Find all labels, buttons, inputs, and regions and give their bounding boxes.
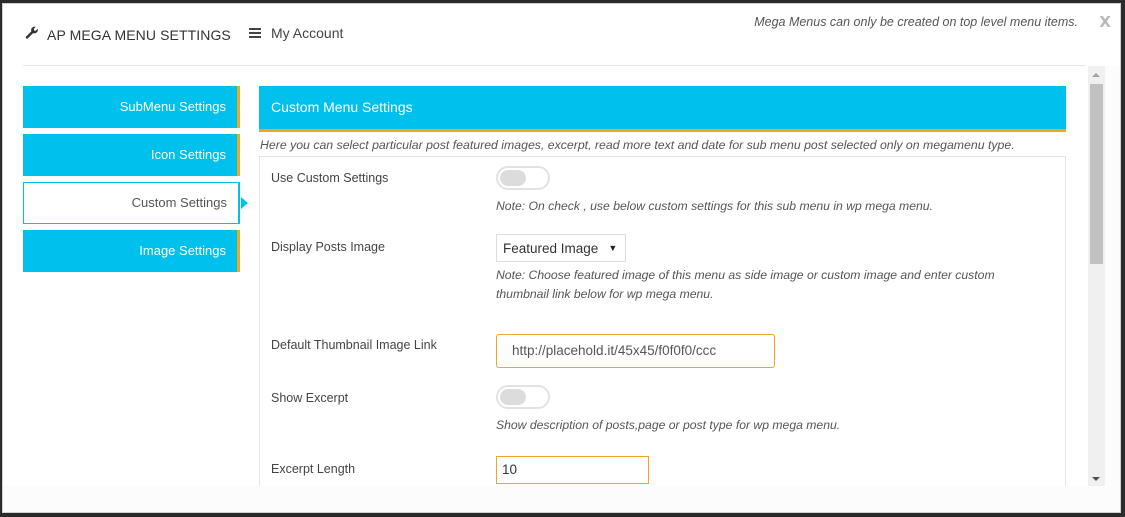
content-scrollbar[interactable] — [1088, 66, 1105, 486]
settings-sidebar: SubMenu Settings Icon Settings Custom Se… — [23, 86, 248, 278]
excerpt-length-label: Excerpt Length — [271, 462, 356, 476]
sidebar-item-label: Custom Settings — [131, 195, 227, 210]
use-custom-settings-note: Note: On check , use below custom settin… — [496, 199, 933, 213]
hamburger-icon — [249, 28, 261, 38]
excerpt-length-input[interactable]: 10 — [496, 456, 649, 484]
brand: AP MEGA MENU SETTINGS — [25, 26, 231, 43]
sidebar-item-submenu-settings[interactable]: SubMenu Settings — [23, 86, 240, 128]
sidebar-item-label: Icon Settings — [150, 147, 226, 162]
active-pointer-icon — [241, 197, 248, 209]
sidebar-item-label: SubMenu Settings — [119, 99, 226, 114]
thumbnail-link-input[interactable]: http://placehold.it/45x45/f0f0f0/ccc — [496, 334, 775, 368]
my-account-menu[interactable]: My Account — [249, 25, 343, 41]
sidebar-item-icon-settings[interactable]: Icon Settings — [23, 134, 240, 176]
scroll-down-arrow-icon[interactable] — [1092, 477, 1100, 481]
wrench-icon — [25, 26, 39, 43]
show-excerpt-note: Show description of posts,page or post t… — [496, 418, 841, 432]
sidebar-item-label: Image Settings — [139, 243, 226, 258]
dropdown-caret-icon: ▼ — [608, 243, 618, 253]
brand-title: AP MEGA MENU SETTINGS — [47, 26, 231, 43]
panel-description: Here you can select particular post feat… — [260, 138, 1015, 152]
display-posts-image-note: Note: Choose featured image of this menu… — [496, 268, 995, 301]
mega-menu-settings-modal: AP MEGA MENU SETTINGS My Account Mega Me… — [2, 3, 1121, 513]
custom-menu-settings-panel: Custom Menu Settings Here you can select… — [259, 86, 1066, 486]
use-custom-settings-label: Use Custom Settings — [271, 171, 389, 185]
scroll-thumb[interactable] — [1090, 84, 1103, 264]
sidebar-item-custom-settings[interactable]: Custom Settings — [23, 182, 248, 224]
scroll-up-arrow-icon[interactable] — [1092, 73, 1100, 77]
toggle-knob — [500, 389, 526, 405]
panel-title: Custom Menu Settings — [259, 86, 1066, 132]
sidebar-item-image-settings[interactable]: Image Settings — [23, 230, 240, 272]
settings-form: Use Custom Settings Note: On check , use… — [259, 156, 1066, 486]
display-posts-image-label: Display Posts Image — [271, 240, 385, 254]
show-excerpt-label: Show Excerpt — [271, 391, 349, 405]
close-icon[interactable]: X — [1099, 13, 1111, 31]
show-excerpt-toggle[interactable] — [496, 385, 550, 409]
top-level-notice: Mega Menus can only be created on top le… — [754, 15, 1078, 29]
modal-header: AP MEGA MENU SETTINGS My Account Mega Me… — [3, 4, 1120, 66]
my-account-label: My Account — [271, 25, 344, 41]
use-custom-settings-toggle[interactable] — [496, 166, 550, 190]
settings-content: SubMenu Settings Icon Settings Custom Se… — [3, 66, 1101, 486]
toggle-knob — [500, 170, 526, 186]
display-posts-image-select[interactable]: Featured Image ▼ — [496, 234, 627, 262]
thumbnail-link-label: Default Thumbnail Image Link — [271, 338, 437, 352]
selected-option: Featured Image — [503, 240, 599, 256]
